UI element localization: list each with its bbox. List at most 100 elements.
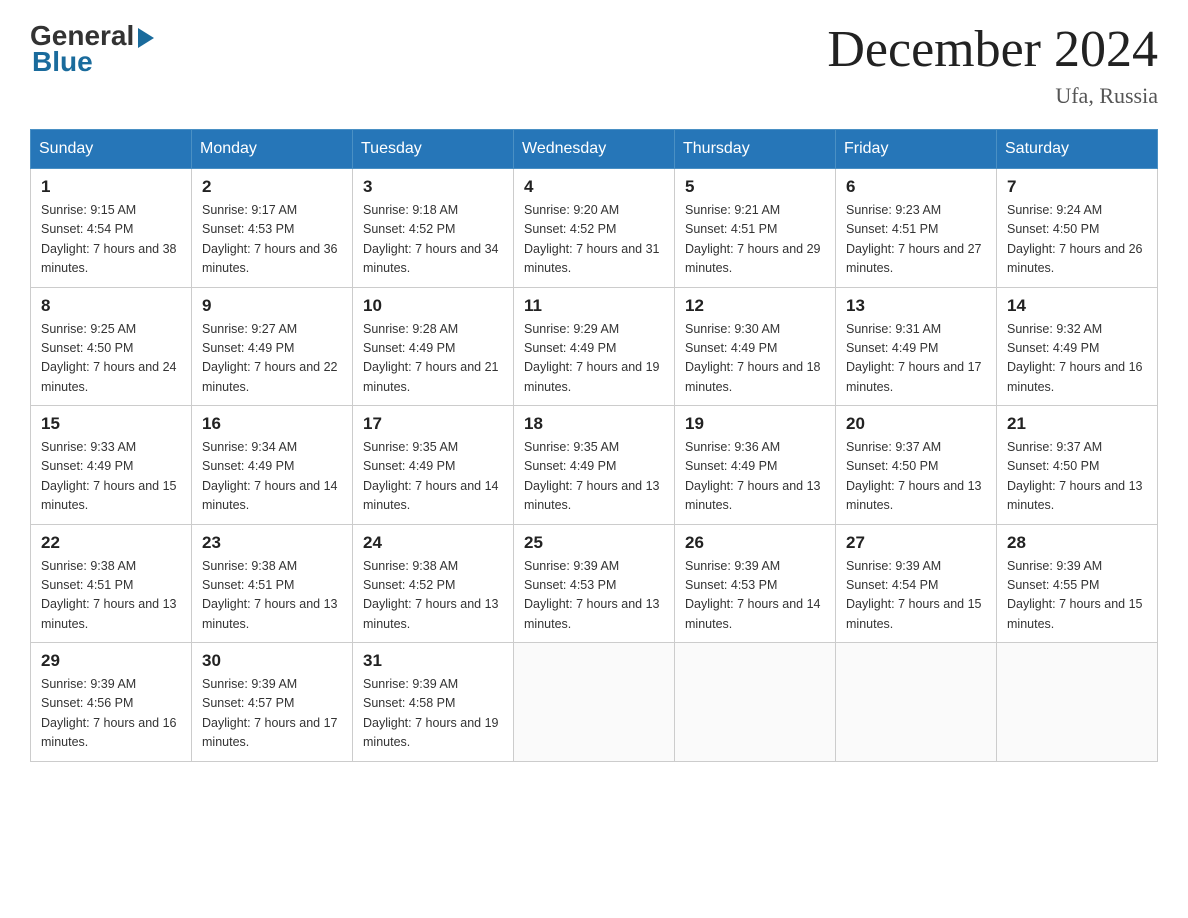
calendar-cell: 28 Sunrise: 9:39 AMSunset: 4:55 PMDayligh…	[997, 524, 1158, 643]
calendar-cell	[836, 643, 997, 762]
calendar-cell: 21 Sunrise: 9:37 AMSunset: 4:50 PMDayligh…	[997, 406, 1158, 525]
day-number: 3	[363, 177, 503, 197]
day-number: 31	[363, 651, 503, 671]
calendar-cell: 14Sunrise: 9:32 AMSunset: 4:49 PMDayligh…	[997, 287, 1158, 406]
calendar-cell: 27Sunrise: 9:39 AMSunset: 4:54 PMDayligh…	[836, 524, 997, 643]
calendar-cell: 10 Sunrise: 9:28 AMSunset: 4:49 PMDayligh…	[353, 287, 514, 406]
day-info: Sunrise: 9:27 AMSunset: 4:49 PMDaylight:…	[202, 320, 342, 398]
calendar-cell: 20 Sunrise: 9:37 AMSunset: 4:50 PMDayligh…	[836, 406, 997, 525]
day-number: 16	[202, 414, 342, 434]
day-number: 22	[41, 533, 181, 553]
day-number: 4	[524, 177, 664, 197]
weekday-header-thursday: Thursday	[675, 130, 836, 169]
day-info: Sunrise: 9:34 AMSunset: 4:49 PMDaylight:…	[202, 438, 342, 516]
day-number: 29	[41, 651, 181, 671]
day-info: Sunrise: 9:23 AMSunset: 4:51 PMDaylight:…	[846, 201, 986, 279]
day-number: 11	[524, 296, 664, 316]
day-info: Sunrise: 9:38 AMSunset: 4:51 PMDaylight:…	[41, 557, 181, 635]
day-info: Sunrise: 9:37 AMSunset: 4:50 PMDaylight:…	[1007, 438, 1147, 516]
day-info: Sunrise: 9:15 AMSunset: 4:54 PMDaylight:…	[41, 201, 181, 279]
weekday-header-tuesday: Tuesday	[353, 130, 514, 169]
day-number: 28	[1007, 533, 1147, 553]
day-number: 2	[202, 177, 342, 197]
day-info: Sunrise: 9:31 AMSunset: 4:49 PMDaylight:…	[846, 320, 986, 398]
day-info: Sunrise: 9:36 AMSunset: 4:49 PMDaylight:…	[685, 438, 825, 516]
calendar-week-row: 22 Sunrise: 9:38 AMSunset: 4:51 PMDayligh…	[31, 524, 1158, 643]
calendar-cell: 15 Sunrise: 9:33 AMSunset: 4:49 PMDayligh…	[31, 406, 192, 525]
day-info: Sunrise: 9:33 AMSunset: 4:49 PMDaylight:…	[41, 438, 181, 516]
day-number: 1	[41, 177, 181, 197]
page-header: General Blue December 2024 Ufa, Russia	[30, 20, 1158, 109]
calendar-cell: 16 Sunrise: 9:34 AMSunset: 4:49 PMDayligh…	[192, 406, 353, 525]
day-number: 26	[685, 533, 825, 553]
calendar-cell: 9 Sunrise: 9:27 AMSunset: 4:49 PMDaylight…	[192, 287, 353, 406]
day-info: Sunrise: 9:39 AMSunset: 4:56 PMDaylight:…	[41, 675, 181, 753]
day-info: Sunrise: 9:17 AMSunset: 4:53 PMDaylight:…	[202, 201, 342, 279]
day-number: 6	[846, 177, 986, 197]
calendar-cell: 5 Sunrise: 9:21 AMSunset: 4:51 PMDaylight…	[675, 169, 836, 288]
calendar-cell: 29 Sunrise: 9:39 AMSunset: 4:56 PMDayligh…	[31, 643, 192, 762]
calendar-week-row: 29 Sunrise: 9:39 AMSunset: 4:56 PMDayligh…	[31, 643, 1158, 762]
day-info: Sunrise: 9:39 AMSunset: 4:54 PMDaylight:…	[846, 557, 986, 635]
day-info: Sunrise: 9:39 AMSunset: 4:55 PMDaylight:…	[1007, 557, 1147, 635]
day-info: Sunrise: 9:37 AMSunset: 4:50 PMDaylight:…	[846, 438, 986, 516]
day-number: 15	[41, 414, 181, 434]
calendar-cell: 6 Sunrise: 9:23 AMSunset: 4:51 PMDaylight…	[836, 169, 997, 288]
day-info: Sunrise: 9:39 AMSunset: 4:58 PMDaylight:…	[363, 675, 503, 753]
calendar-week-row: 8Sunrise: 9:25 AMSunset: 4:50 PMDaylight…	[31, 287, 1158, 406]
day-info: Sunrise: 9:35 AMSunset: 4:49 PMDaylight:…	[363, 438, 503, 516]
calendar-week-row: 15 Sunrise: 9:33 AMSunset: 4:49 PMDayligh…	[31, 406, 1158, 525]
day-info: Sunrise: 9:21 AMSunset: 4:51 PMDaylight:…	[685, 201, 825, 279]
calendar-cell: 18Sunrise: 9:35 AMSunset: 4:49 PMDayligh…	[514, 406, 675, 525]
day-info: Sunrise: 9:24 AMSunset: 4:50 PMDaylight:…	[1007, 201, 1147, 279]
day-info: Sunrise: 9:18 AMSunset: 4:52 PMDaylight:…	[363, 201, 503, 279]
calendar-cell: 1 Sunrise: 9:15 AMSunset: 4:54 PMDaylight…	[31, 169, 192, 288]
day-number: 8	[41, 296, 181, 316]
calendar-cell: 13 Sunrise: 9:31 AMSunset: 4:49 PMDayligh…	[836, 287, 997, 406]
weekday-header-wednesday: Wednesday	[514, 130, 675, 169]
calendar-week-row: 1 Sunrise: 9:15 AMSunset: 4:54 PMDaylight…	[31, 169, 1158, 288]
day-number: 24	[363, 533, 503, 553]
day-number: 5	[685, 177, 825, 197]
calendar-cell: 11 Sunrise: 9:29 AMSunset: 4:49 PMDayligh…	[514, 287, 675, 406]
calendar-cell: 25 Sunrise: 9:39 AMSunset: 4:53 PMDayligh…	[514, 524, 675, 643]
day-number: 14	[1007, 296, 1147, 316]
day-info: Sunrise: 9:39 AMSunset: 4:53 PMDaylight:…	[524, 557, 664, 635]
calendar-cell	[675, 643, 836, 762]
calendar-cell: 26 Sunrise: 9:39 AMSunset: 4:53 PMDayligh…	[675, 524, 836, 643]
logo-blue-text: Blue	[30, 46, 93, 78]
day-number: 30	[202, 651, 342, 671]
day-number: 23	[202, 533, 342, 553]
day-number: 10	[363, 296, 503, 316]
day-number: 12	[685, 296, 825, 316]
logo-arrow-icon	[138, 28, 154, 48]
calendar-cell: 4 Sunrise: 9:20 AMSunset: 4:52 PMDaylight…	[514, 169, 675, 288]
calendar-cell	[997, 643, 1158, 762]
day-number: 9	[202, 296, 342, 316]
day-number: 20	[846, 414, 986, 434]
day-info: Sunrise: 9:29 AMSunset: 4:49 PMDaylight:…	[524, 320, 664, 398]
calendar-cell: 31 Sunrise: 9:39 AMSunset: 4:58 PMDayligh…	[353, 643, 514, 762]
calendar-cell: 23 Sunrise: 9:38 AMSunset: 4:51 PMDayligh…	[192, 524, 353, 643]
calendar-cell: 3 Sunrise: 9:18 AMSunset: 4:52 PMDaylight…	[353, 169, 514, 288]
title-area: December 2024 Ufa, Russia	[827, 20, 1158, 109]
location-text: Ufa, Russia	[827, 83, 1158, 109]
day-info: Sunrise: 9:20 AMSunset: 4:52 PMDaylight:…	[524, 201, 664, 279]
month-title: December 2024	[827, 20, 1158, 79]
day-number: 17	[363, 414, 503, 434]
day-number: 21	[1007, 414, 1147, 434]
calendar-cell: 22 Sunrise: 9:38 AMSunset: 4:51 PMDayligh…	[31, 524, 192, 643]
day-info: Sunrise: 9:38 AMSunset: 4:51 PMDaylight:…	[202, 557, 342, 635]
day-info: Sunrise: 9:35 AMSunset: 4:49 PMDaylight:…	[524, 438, 664, 516]
calendar-cell: 17 Sunrise: 9:35 AMSunset: 4:49 PMDayligh…	[353, 406, 514, 525]
day-info: Sunrise: 9:39 AMSunset: 4:53 PMDaylight:…	[685, 557, 825, 635]
day-info: Sunrise: 9:28 AMSunset: 4:49 PMDaylight:…	[363, 320, 503, 398]
day-number: 13	[846, 296, 986, 316]
day-number: 25	[524, 533, 664, 553]
day-number: 19	[685, 414, 825, 434]
day-info: Sunrise: 9:38 AMSunset: 4:52 PMDaylight:…	[363, 557, 503, 635]
weekday-header-monday: Monday	[192, 130, 353, 169]
weekday-header-sunday: Sunday	[31, 130, 192, 169]
calendar-cell: 2 Sunrise: 9:17 AMSunset: 4:53 PMDaylight…	[192, 169, 353, 288]
calendar-cell: 8Sunrise: 9:25 AMSunset: 4:50 PMDaylight…	[31, 287, 192, 406]
